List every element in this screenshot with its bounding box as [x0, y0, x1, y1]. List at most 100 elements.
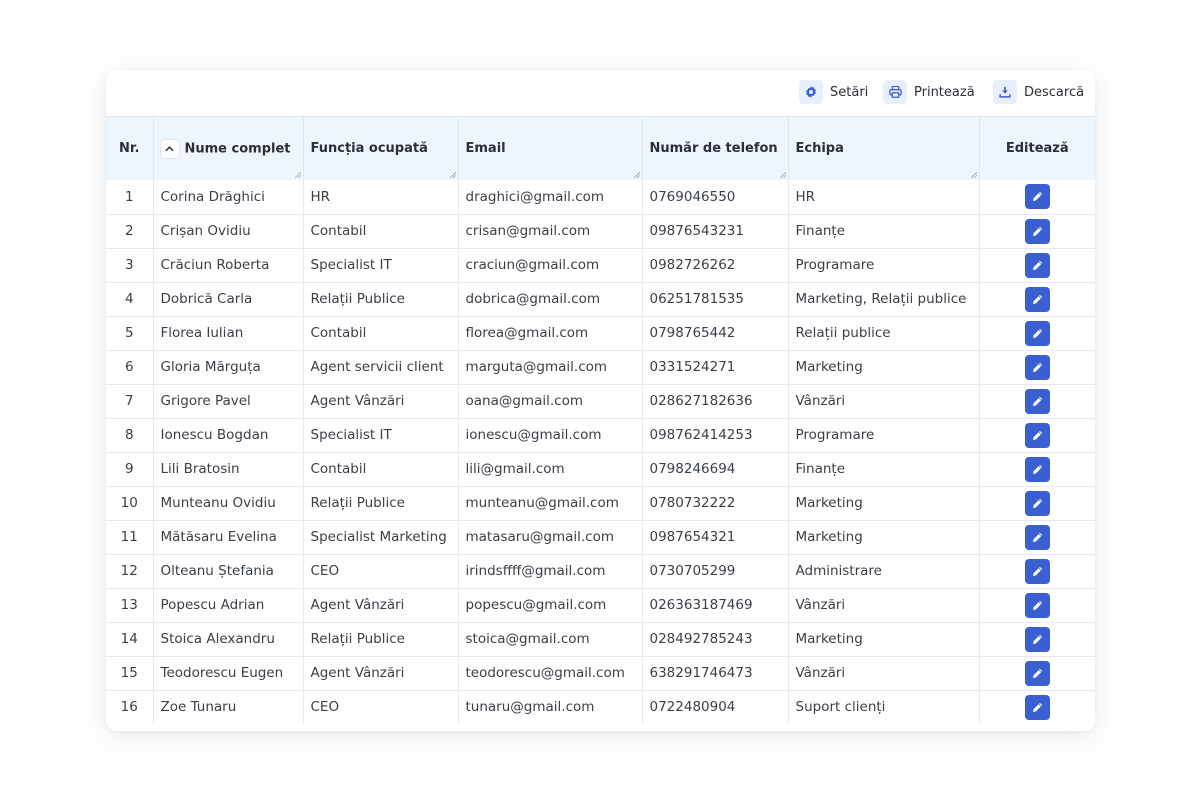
column-header-name[interactable]: Nume complet	[153, 117, 304, 180]
sort-button[interactable]	[160, 139, 179, 158]
cell-email: florea@gmail.com	[458, 316, 643, 351]
edit-button[interactable]	[1024, 184, 1050, 210]
cell-role: Specialist IT	[303, 248, 459, 283]
cell-edit	[979, 588, 1095, 623]
pencil-icon	[1032, 328, 1042, 338]
column-header-team[interactable]: Echipa	[788, 117, 980, 180]
column-header-role[interactable]: Funcția ocupată	[303, 117, 459, 180]
cell-phone: 0982726262	[642, 248, 789, 283]
print-button[interactable]: Printează	[883, 80, 975, 104]
column-header-label: Funcția ocupată	[310, 141, 428, 156]
cell-team: Marketing	[788, 486, 980, 521]
cell-email: munteanu@gmail.com	[458, 486, 643, 521]
cell-email: dobrica@gmail.com	[458, 282, 643, 317]
cell-email: tunaru@gmail.com	[458, 690, 643, 724]
download-button[interactable]: Descarcă	[993, 80, 1084, 104]
column-header-email[interactable]: Email	[458, 117, 643, 180]
cell-name: Lili Bratosin	[153, 452, 304, 487]
cell-role: HR	[303, 180, 459, 215]
edit-button[interactable]	[1024, 252, 1050, 278]
table-row: 5 Florea Iulian Contabil florea@gmail.com 07…	[106, 316, 1095, 351]
download-label: Descarcă	[1024, 84, 1085, 100]
cell-email: stoica@gmail.com	[458, 622, 643, 657]
settings-button[interactable]: Setări	[799, 80, 868, 104]
table-row: 4 Dobrică Carla Relații Publice dobrica@gma…	[106, 282, 1095, 317]
edit-button[interactable]	[1024, 694, 1050, 720]
cell-team: Relații publice	[788, 316, 980, 351]
table-header-row: Nr. Nume complet Funcția ocupată Email N…	[106, 117, 1095, 180]
edit-button[interactable]	[1024, 286, 1050, 312]
edit-button[interactable]	[1024, 456, 1050, 482]
cell-email: popescu@gmail.com	[458, 588, 643, 623]
cell-email: teodorescu@gmail.com	[458, 656, 643, 691]
cell-edit	[979, 486, 1095, 521]
cell-edit	[979, 384, 1095, 419]
edit-button[interactable]	[1024, 626, 1050, 652]
cell-edit	[979, 554, 1095, 589]
cell-phone: 638291746473	[642, 656, 789, 691]
cell-team: Marketing	[788, 520, 980, 555]
column-header-label: Echipa	[795, 141, 844, 156]
table-row: 14 Stoica Alexandru Relații Publice stoica@…	[106, 622, 1095, 657]
cell-nr: 6	[106, 350, 154, 385]
cell-phone: 0798765442	[642, 316, 789, 351]
cell-nr: 9	[106, 452, 154, 487]
cell-phone: 0722480904	[642, 690, 789, 724]
resize-handle[interactable]	[779, 172, 786, 178]
table-row: 8 Ionescu Bogdan Specialist IT ionescu@gmai…	[106, 418, 1095, 453]
cell-phone: 06251781535	[642, 282, 789, 317]
cell-phone: 0798246694	[642, 452, 789, 487]
cell-phone: 0331524271	[642, 350, 789, 385]
cell-role: Agent Vânzări	[303, 588, 459, 623]
edit-button[interactable]	[1024, 592, 1050, 618]
cell-email: oana@gmail.com	[458, 384, 643, 419]
pencil-icon	[1032, 668, 1042, 678]
table-row: 12 Olteanu Ștefania CEO irindsffff@gmail.co…	[106, 554, 1095, 589]
cell-phone: 098762414253	[642, 418, 789, 453]
column-header-edit: Editează	[979, 117, 1095, 180]
cell-name: Dobrică Carla	[153, 282, 304, 317]
cell-role: Specialist Marketing	[303, 520, 459, 555]
edit-button[interactable]	[1024, 660, 1050, 686]
edit-button[interactable]	[1024, 218, 1050, 244]
cell-role: Relații Publice	[303, 486, 459, 521]
cell-name: Munteanu Ovidiu	[153, 486, 304, 521]
cell-role: CEO	[303, 554, 459, 589]
cell-name: Crișan Ovidiu	[153, 214, 304, 249]
cell-team: Suport clienți	[788, 690, 980, 724]
pencil-icon	[1032, 464, 1042, 474]
cell-name: Teodorescu Eugen	[153, 656, 304, 691]
cell-nr: 5	[106, 316, 154, 351]
edit-button[interactable]	[1024, 320, 1050, 346]
cell-email: marguta@gmail.com	[458, 350, 643, 385]
cell-edit	[979, 622, 1095, 657]
pencil-icon	[1032, 498, 1042, 508]
table-toolbar: Setări Printează Descarcă	[106, 70, 1095, 117]
edit-button[interactable]	[1024, 558, 1050, 584]
cell-email: craciun@gmail.com	[458, 248, 643, 283]
edit-button[interactable]	[1024, 354, 1050, 380]
column-header-label: Nr.	[119, 141, 140, 156]
cell-team: Marketing, Relații publice	[788, 282, 980, 317]
cell-email: lili@gmail.com	[458, 452, 643, 487]
cell-team: Vânzări	[788, 384, 980, 419]
cell-edit	[979, 452, 1095, 487]
resize-handle[interactable]	[294, 172, 301, 178]
cell-phone: 09876543231	[642, 214, 789, 249]
cell-nr: 4	[106, 282, 154, 317]
edit-button[interactable]	[1024, 490, 1050, 516]
pencil-icon	[1032, 566, 1042, 576]
resize-handle[interactable]	[970, 172, 977, 178]
cell-edit	[979, 282, 1095, 317]
cell-role: CEO	[303, 690, 459, 724]
resize-handle[interactable]	[449, 172, 456, 178]
cell-role: Relații Publice	[303, 282, 459, 317]
cell-phone: 028492785243	[642, 622, 789, 657]
edit-button[interactable]	[1024, 388, 1050, 414]
resize-handle[interactable]	[633, 172, 640, 178]
cell-nr: 2	[106, 214, 154, 249]
edit-button[interactable]	[1024, 524, 1050, 550]
edit-button[interactable]	[1024, 422, 1050, 448]
column-header-label: Email	[465, 141, 506, 156]
column-header-phone[interactable]: Număr de telefon	[642, 117, 789, 180]
